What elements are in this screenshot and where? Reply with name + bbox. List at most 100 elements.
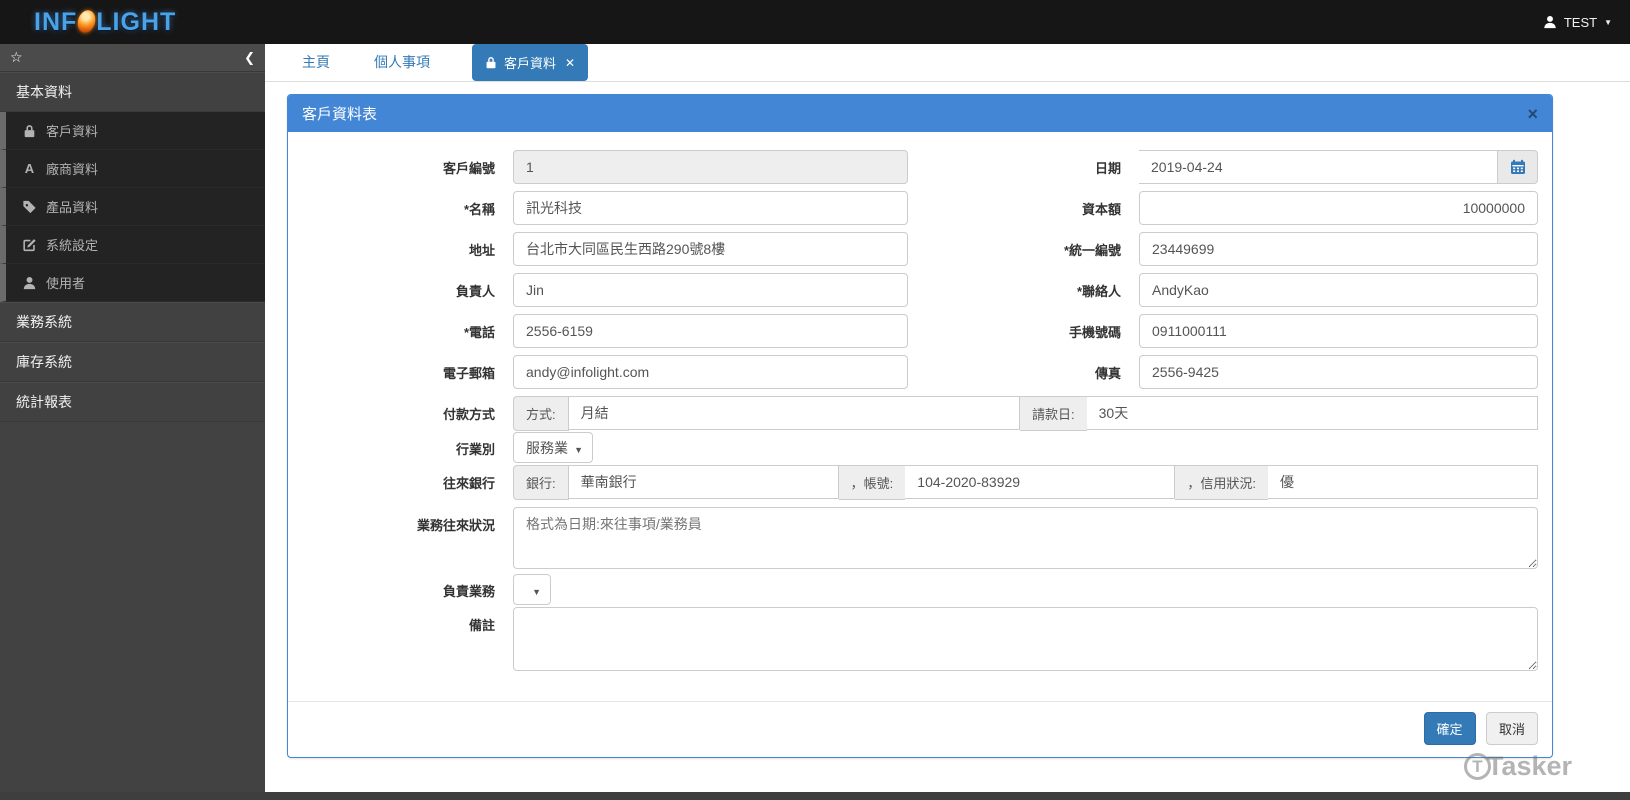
main-content: 主頁 個人事項 客戶資料 ✕ 客戶資料表 × 客戶編號 1 日期 2019-04… xyxy=(265,44,1630,792)
top-navbar: INF LIGHT TEST ▼ xyxy=(0,0,1630,44)
payment-field-group: 付款方式 方式: 請款日: xyxy=(288,396,1540,431)
lock-icon xyxy=(24,124,35,137)
sidebar-item-customer-data[interactable]: 客戶資料 xyxy=(0,112,265,150)
bank-field-group: 往來銀行 銀行: ，帳號: ，信用狀況: xyxy=(288,465,1540,500)
capital-field[interactable] xyxy=(1139,191,1538,225)
sidebar-item-label: 系統設定 xyxy=(46,238,99,253)
owner-field[interactable] xyxy=(513,273,908,307)
payment-label: 付款方式 xyxy=(442,407,495,422)
bank-name-addon: 銀行: xyxy=(513,465,569,500)
customer-id-field-group: 客戶編號 xyxy=(288,150,914,184)
date-field-group: 日期 xyxy=(914,150,1540,184)
capital-label: 資本額 xyxy=(1081,201,1121,217)
bank-account-addon: ，帳號: xyxy=(838,465,906,500)
phone-field[interactable] xyxy=(513,314,908,348)
app-root: INF LIGHT TEST ▼ ☆ ❮ 基本資料 客戶資料 A 廠商資料 產品… xyxy=(0,0,1630,800)
industry-field-group: 行業別 服務業 ▼ xyxy=(288,432,1540,463)
form-row: *名稱 資本額 xyxy=(288,191,1540,225)
sidebar-item-product-data[interactable]: 產品資料 xyxy=(0,188,265,226)
edit-icon xyxy=(23,238,36,251)
remark-field[interactable] xyxy=(513,607,1538,671)
tab-bar: 主頁 個人事項 客戶資料 ✕ xyxy=(265,44,1630,82)
address-field-group: 地址 xyxy=(288,232,914,266)
mobile-field-group: 手機號碼 xyxy=(914,314,1540,348)
business-status-label: 業務往來狀況 xyxy=(416,518,495,533)
sales-rep-label: 負責業務 xyxy=(442,584,495,599)
panel-header: 客戶資料表 × xyxy=(288,95,1552,132)
bank-credit-field[interactable] xyxy=(1267,465,1539,499)
email-label: 電子郵箱 xyxy=(442,365,495,381)
sidebar-item-label: 廠商資料 xyxy=(46,162,99,177)
mobile-field[interactable] xyxy=(1139,314,1538,348)
bank-label: 往來銀行 xyxy=(442,476,495,491)
remark-label: 備註 xyxy=(468,618,495,633)
industry-select[interactable]: 服務業 ▼ xyxy=(513,432,593,463)
payment-method-addon: 方式: xyxy=(513,396,569,431)
confirm-button[interactable]: 確定 xyxy=(1423,712,1476,745)
sidebar-submenu-basic: 客戶資料 A 廠商資料 產品資料 系統設定 使用者 xyxy=(0,112,265,302)
chevron-down-icon: ▼ xyxy=(574,445,583,455)
bank-credit-addon: ，信用狀況: xyxy=(1175,465,1268,500)
sidebar: ☆ ❮ 基本資料 客戶資料 A 廠商資料 產品資料 系統設定 使用者 業務系統 … xyxy=(0,44,265,792)
email-field-group: 電子郵箱 xyxy=(288,355,914,389)
owner-label: 負責人 xyxy=(455,283,495,299)
business-status-field-group: 業務往來狀況 xyxy=(288,507,1540,574)
owner-field-group: 負責人 xyxy=(288,273,914,307)
payment-method-field[interactable] xyxy=(568,396,1020,430)
sidebar-section-inventory-system[interactable]: 庫存系統 xyxy=(0,342,265,382)
sidebar-section-statistics-reports[interactable]: 統計報表 xyxy=(0,382,265,422)
fax-field[interactable] xyxy=(1139,355,1538,389)
sidebar-item-vendor-data[interactable]: A 廠商資料 xyxy=(0,150,265,188)
form-row: 地址 *統一編號 xyxy=(288,232,1540,266)
form-row: 客戶編號 日期 xyxy=(288,150,1540,184)
cancel-button[interactable]: 取消 xyxy=(1485,712,1538,745)
tab-home[interactable]: 主頁 xyxy=(300,44,332,81)
sidebar-section-basic-data[interactable]: 基本資料 xyxy=(0,72,265,112)
infolight-logo[interactable]: INF LIGHT xyxy=(34,7,177,37)
date-field[interactable] xyxy=(1139,150,1498,184)
tab-customer-data[interactable]: 客戶資料 ✕ xyxy=(472,44,589,81)
favorite-star-icon[interactable]: ☆ xyxy=(10,49,23,66)
form-row: 負責人 *聯絡人 xyxy=(288,273,1540,307)
payment-day-field[interactable] xyxy=(1086,396,1538,430)
fax-field-group: 傳真 xyxy=(914,355,1540,389)
sales-rep-select[interactable]: ▼ xyxy=(513,573,551,605)
form-row: *電話 手機號碼 xyxy=(288,314,1540,348)
bank-account-field[interactable] xyxy=(905,465,1176,499)
bank-name-field[interactable] xyxy=(568,465,839,499)
tag-icon xyxy=(23,200,36,213)
sidebar-item-system-settings[interactable]: 系統設定 xyxy=(0,226,265,264)
logo-o-icon xyxy=(75,7,99,35)
sidebar-section-sales-system[interactable]: 業務系統 xyxy=(0,302,265,342)
tax-id-field-group: *統一編號 xyxy=(914,232,1540,266)
logo-text-light: LIGHT xyxy=(96,7,177,36)
address-label: 地址 xyxy=(468,242,495,258)
tab-personal[interactable]: 個人事項 xyxy=(372,44,432,81)
address-field[interactable] xyxy=(513,232,908,266)
customer-id-field[interactable] xyxy=(513,150,908,184)
payment-day-addon: 請款日: xyxy=(1020,396,1087,431)
contact-field[interactable] xyxy=(1139,273,1538,307)
close-icon[interactable]: ✕ xyxy=(565,56,575,70)
date-picker-button[interactable] xyxy=(1498,150,1538,184)
business-status-field[interactable] xyxy=(513,507,1538,569)
lock-icon xyxy=(486,57,496,69)
panel-body: 客戶編號 日期 xyxy=(288,132,1552,693)
sidebar-item-users[interactable]: 使用者 xyxy=(0,264,265,302)
tax-id-label: *統一編號 xyxy=(1063,242,1121,258)
email-field[interactable] xyxy=(513,355,908,389)
close-icon[interactable]: × xyxy=(1527,105,1538,123)
sidebar-item-label: 使用者 xyxy=(46,276,86,291)
logo-text-inf: INF xyxy=(34,7,78,36)
phone-field-group: *電話 xyxy=(288,314,914,348)
user-menu[interactable]: TEST ▼ xyxy=(1543,15,1612,30)
user-icon xyxy=(23,276,36,289)
contact-field-group: *聯絡人 xyxy=(914,273,1540,307)
name-field[interactable] xyxy=(513,191,908,225)
sidebar-item-label: 產品資料 xyxy=(46,200,99,215)
customer-form-panel: 客戶資料表 × 客戶編號 日期 xyxy=(287,94,1553,758)
tax-id-field[interactable] xyxy=(1139,232,1538,266)
user-icon xyxy=(1544,15,1556,29)
sidebar-collapse-icon[interactable]: ❮ xyxy=(244,50,255,66)
form-row: 備註 xyxy=(288,607,1540,676)
